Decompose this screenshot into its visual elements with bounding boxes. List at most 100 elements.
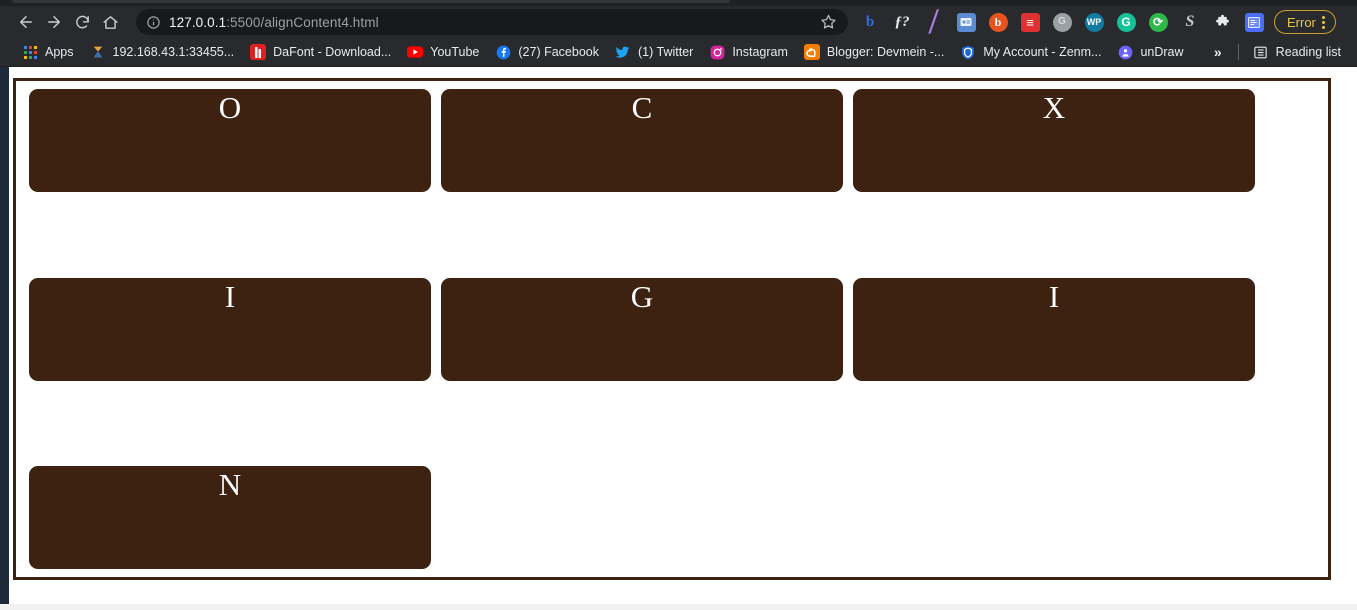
error-label: Error [1287,14,1316,30]
reading-list-label: Reading list [1275,45,1341,59]
bookmark-item-blogger[interactable]: Blogger: Devmein -... [796,41,952,63]
flex-item: X [853,89,1255,192]
bookmark-item-label: Blogger: Devmein -... [826,45,945,59]
home-icon [102,14,119,31]
flex-item: I [853,277,1255,381]
facebook-icon [495,44,511,60]
apps-grid-icon [22,44,38,60]
bookmark-apps-label: Apps [45,45,74,59]
screenshot-icon [956,12,976,32]
flex-item: G [441,277,843,381]
bookmark-item-label: (27) Facebook [518,45,599,59]
sync-extension[interactable]: ⟳ [1142,7,1174,37]
hourglass-icon [90,44,106,60]
flex-item-label: I [224,278,236,314]
fonts-ninja-icon: ƒ? [894,13,910,30]
fonts-ninja-extension[interactable]: ƒ? [886,7,918,37]
puzzle-extensions-button[interactable] [1206,7,1238,37]
bookmark-item-twitter[interactable]: (1) Twitter [607,41,701,63]
shield-icon [960,44,976,60]
bookmark-item-dafont[interactable]: DaFont - Download... [242,41,399,63]
marker-pen-icon: ╱ [926,10,942,34]
flex-item: N [29,466,431,569]
grammarly-extension[interactable]: G [1110,7,1142,37]
brave-shields-extension[interactable]: b [982,7,1014,37]
twitter-icon [615,44,631,60]
bookmark-item-label: DaFont - Download... [273,45,392,59]
browser-window: 127.0.0.1:5500/alignContent4.html b ƒ? ╱ [0,0,1357,610]
active-tab[interactable] [12,0,730,3]
wordpress-icon: WP [1084,12,1104,32]
sync-icon: ⟳ [1148,12,1168,32]
bitwarden-extension[interactable]: b [854,7,886,37]
reload-button[interactable] [68,8,96,36]
bookmark-item-label: Instagram [732,45,788,59]
youtube-icon [407,44,424,60]
bookmark-item-instagram[interactable]: Instagram [701,41,796,63]
forward-arrow-icon [45,13,63,31]
forward-button[interactable] [40,8,68,36]
bookmarks-divider [1237,44,1239,60]
horizontal-scrollbar[interactable] [0,604,1357,610]
devtools-icon [1244,12,1264,32]
bookmark-apps[interactable]: Apps [14,41,82,63]
url-text: 127.0.0.1:5500/alignContent4.html [169,15,812,30]
flex-item-label: O [218,90,242,125]
reading-list-button[interactable]: Reading list [1245,41,1349,63]
flex-item-label: X [1042,90,1066,125]
url-host: 127.0.0.1 [169,14,227,30]
back-arrow-icon [17,13,35,31]
grammar-extension[interactable]: G [1046,7,1078,37]
home-button[interactable] [96,8,124,36]
instagram-icon [709,44,725,60]
undraw-icon [1117,44,1133,60]
bookmark-item-undraw[interactable]: unDraw [1109,41,1191,63]
flex-item-label: C [631,90,653,125]
flex-item-label: N [218,467,242,502]
stylish-extension[interactable]: S [1174,7,1206,37]
screenshot-extension[interactable] [950,7,982,37]
devtools-extension[interactable] [1238,7,1270,37]
bookmark-item-label: My Account - Zenm... [983,45,1102,59]
flex-item: I [29,277,431,381]
flex-item: O [29,89,431,192]
brave-icon: b [988,12,1008,32]
blogger-icon [803,44,820,60]
star-bookmark-icon[interactable] [820,13,838,31]
tab-strip [0,0,1357,6]
stylish-icon: S [1185,13,1195,30]
back-button[interactable] [12,8,40,36]
wordpress-extension[interactable]: WP [1078,7,1110,37]
browser-toolbar: 127.0.0.1:5500/alignContent4.html b ƒ? ╱ [0,6,1357,38]
flex-container: O C X I G I N [13,78,1331,580]
flex-item: C [441,89,843,192]
bookmark-item-zenmate[interactable]: My Account - Zenm... [952,41,1109,63]
dafont-icon [250,44,267,60]
flex-item-label: I [1048,278,1060,314]
sheets-icon: ≡ [1020,12,1040,32]
info-circle-icon[interactable] [146,15,161,30]
bitwarden-icon: b [865,13,875,30]
marker-pen-extension[interactable]: ╱ [918,7,950,37]
bookmark-item-label: YouTube [430,45,480,59]
grammar-icon: G [1052,12,1072,32]
reading-list-icon [1253,44,1269,60]
bookmarks-overflow-button[interactable]: » [1204,44,1232,60]
bookmark-item-router[interactable]: 192.168.43.1:33455... [82,41,243,63]
bookmark-item-facebook[interactable]: (27) Facebook [487,41,607,63]
kebab-menu-icon[interactable] [1318,15,1329,29]
extensions-tray: b ƒ? ╱ b ≡ G WP G ⟳ S [854,7,1270,37]
reload-icon [74,14,91,31]
bookmark-item-label: unDraw [1140,45,1184,59]
bookmarks-bar: Apps 192.168.43.1:33455... DaFont - Down… [0,38,1357,67]
window-left-edge [0,67,9,610]
url-path: :5500/alignContent4.html [226,14,379,30]
bookmark-item-youtube[interactable]: YouTube [399,41,487,63]
grammarly-icon: G [1116,12,1136,32]
page-viewport: O C X I G I N [0,67,1357,610]
bookmark-item-label: (1) Twitter [637,45,694,59]
error-badge[interactable]: Error [1274,10,1336,34]
puzzle-icon [1214,14,1231,31]
address-bar[interactable]: 127.0.0.1:5500/alignContent4.html [136,9,848,35]
sheets-extension[interactable]: ≡ [1014,7,1046,37]
